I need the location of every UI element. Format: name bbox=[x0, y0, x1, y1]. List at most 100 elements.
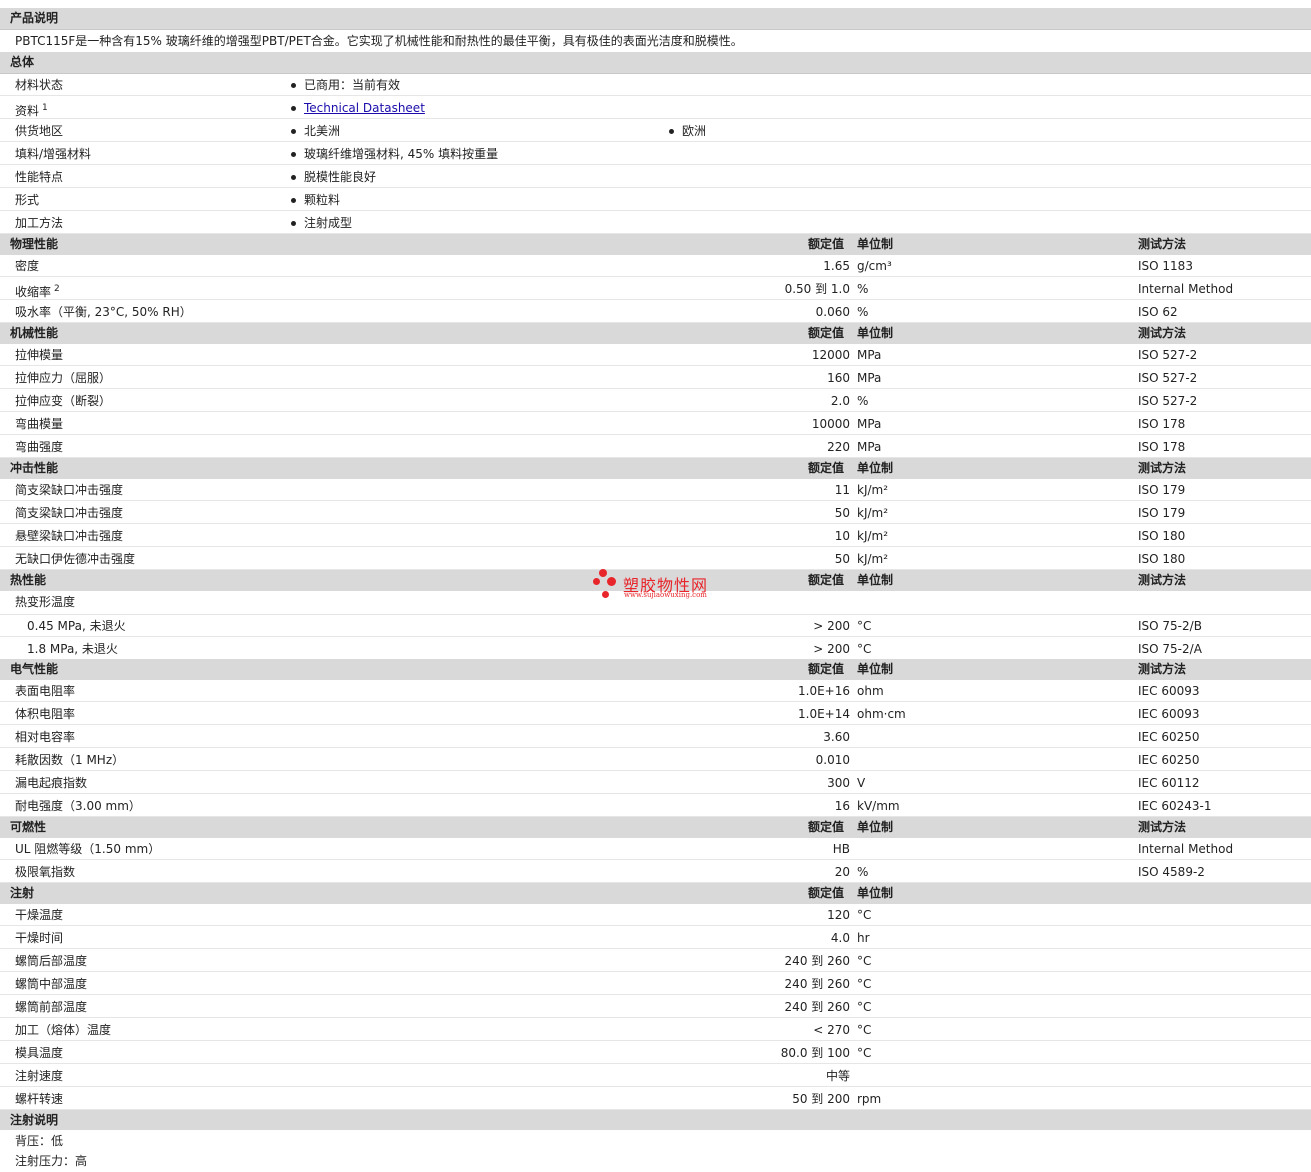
col-method-header: 测试方法 bbox=[1138, 326, 1187, 340]
row-unit: MPa bbox=[857, 371, 882, 385]
table-row: 模具温度 80.0 到 100 °C bbox=[0, 1042, 1311, 1064]
col-value-header: 额定值 bbox=[808, 461, 845, 475]
col-method-header: 测试方法 bbox=[1138, 573, 1187, 587]
row-unit: % bbox=[857, 305, 869, 319]
row-method: ISO 1183 bbox=[1138, 259, 1193, 273]
table-row: 弯曲模量 10000 MPa ISO 178 bbox=[0, 413, 1311, 435]
table-row: 1.8 MPa, 未退火 > 200 °C ISO 75-2/A bbox=[0, 638, 1311, 660]
bullet-icon bbox=[291, 106, 296, 111]
row-method: IEC 60250 bbox=[1138, 753, 1200, 767]
row-label: 1.8 MPa, 未退火 bbox=[27, 642, 118, 656]
table-row: 无缺口伊佐德冲击强度 50 kJ/m² ISO 180 bbox=[0, 548, 1311, 570]
note-text: 背压：低 bbox=[15, 1134, 64, 1148]
row-label: 耐电强度（3.00 mm） bbox=[15, 799, 141, 813]
row-label: 耗散因数（1 MHz） bbox=[15, 753, 125, 767]
table-row: 加工（熔体）温度 < 270 °C bbox=[0, 1019, 1311, 1041]
section-title: 可燃性 bbox=[10, 820, 47, 834]
bullet-item: 已商用：当前有效 bbox=[291, 74, 400, 96]
technical-datasheet-link[interactable]: Technical Datasheet bbox=[304, 101, 425, 115]
section-title: 电气性能 bbox=[10, 662, 59, 676]
col-unit-header: 单位制 bbox=[857, 461, 894, 475]
bullet-item: 颗粒料 bbox=[291, 189, 340, 211]
row-label: 简支梁缺口冲击强度 bbox=[15, 506, 124, 520]
table-row: 弯曲强度 220 MPa ISO 178 bbox=[0, 436, 1311, 458]
row-method: ISO 527-2 bbox=[1138, 394, 1198, 408]
general-row-feature: 性能特点 脱模性能良好 bbox=[0, 166, 1311, 188]
col-unit-header: 单位制 bbox=[857, 886, 894, 900]
section-title: 注射 bbox=[10, 886, 35, 900]
row-unit: g/cm³ bbox=[857, 259, 892, 273]
logo-dot-icon bbox=[602, 591, 609, 598]
general-row-process: 加工方法 注射成型 bbox=[0, 212, 1311, 234]
table-row: 注射速度 中等 bbox=[0, 1065, 1311, 1087]
table-row: 螺筒后部温度 240 到 260 °C bbox=[0, 950, 1311, 972]
row-value: 50 bbox=[834, 506, 850, 520]
row-unit: °C bbox=[857, 1046, 872, 1060]
row-value: 1.65 bbox=[823, 259, 850, 273]
table-row: UL 阻燃等级（1.50 mm） HB Internal Method bbox=[0, 838, 1311, 860]
row-method: ISO 4589-2 bbox=[1138, 865, 1205, 879]
row-value: 240 到 260 bbox=[784, 954, 850, 968]
general-row-status: 材料状态 已商用：当前有效 bbox=[0, 74, 1311, 96]
section-header-mechanical: 机械性能 额定值 单位制 测试方法 bbox=[0, 323, 1311, 345]
bullet-item: 北美洲 bbox=[291, 120, 340, 142]
bullet-icon bbox=[291, 175, 296, 180]
row-unit: rpm bbox=[857, 1092, 882, 1106]
table-row: 漏电起痕指数 300 V IEC 60112 bbox=[0, 772, 1311, 794]
row-value: 50 bbox=[834, 552, 850, 566]
general-row-form: 形式 颗粒料 bbox=[0, 189, 1311, 211]
bullet-icon bbox=[291, 129, 296, 134]
col-value-header: 额定值 bbox=[808, 820, 845, 834]
footnote-ref: 2 bbox=[54, 284, 60, 294]
row-method: ISO 75-2/B bbox=[1138, 619, 1202, 633]
row-unit: MPa bbox=[857, 417, 882, 431]
bullet-icon bbox=[291, 198, 296, 203]
row-label: 资料 1 bbox=[15, 103, 48, 118]
row-label: 螺筒前部温度 bbox=[15, 1000, 88, 1014]
row-value: > 200 bbox=[813, 619, 850, 633]
row-value: 240 到 260 bbox=[784, 977, 850, 991]
row-value: 4.0 bbox=[830, 931, 850, 945]
table-row: 拉伸模量 12000 MPa ISO 527-2 bbox=[0, 344, 1311, 366]
section-title: 机械性能 bbox=[10, 326, 59, 340]
row-method: ISO 179 bbox=[1138, 506, 1186, 520]
row-label: 弯曲模量 bbox=[15, 417, 64, 431]
row-method: ISO 178 bbox=[1138, 440, 1186, 454]
row-label: 形式 bbox=[15, 193, 40, 207]
row-value: 0.50 到 1.0 bbox=[784, 282, 850, 296]
row-label: 注射速度 bbox=[15, 1069, 64, 1083]
col-method-header: 测试方法 bbox=[1138, 662, 1187, 676]
table-row: 螺杆转速 50 到 200 rpm bbox=[0, 1088, 1311, 1110]
row-method: ISO 527-2 bbox=[1138, 371, 1198, 385]
row-unit: ohm bbox=[857, 684, 884, 698]
col-value-header: 额定值 bbox=[808, 573, 845, 587]
row-unit: kV/mm bbox=[857, 799, 900, 813]
row-value: 3.60 bbox=[823, 730, 850, 744]
row-value: 1.0E+14 bbox=[798, 707, 850, 721]
row-value: 50 到 200 bbox=[792, 1092, 850, 1106]
row-label: 相对电容率 bbox=[15, 730, 76, 744]
bullet-item: 脱模性能良好 bbox=[291, 166, 376, 188]
row-unit: °C bbox=[857, 619, 872, 633]
row-value: HB bbox=[832, 842, 850, 856]
row-label: 极限氧指数 bbox=[15, 865, 76, 879]
row-label: 弯曲强度 bbox=[15, 440, 64, 454]
section-header-electrical: 电气性能 额定值 单位制 测试方法 bbox=[0, 659, 1311, 681]
row-unit: MPa bbox=[857, 348, 882, 362]
description-text: PBTC115F是一种含有15% 玻璃纤维的增强型PBT/PET合金。它实现了机… bbox=[15, 34, 743, 48]
row-label: 无缺口伊佐德冲击强度 bbox=[15, 552, 136, 566]
row-label: 拉伸应力（屈服） bbox=[15, 371, 112, 385]
row-method: ISO 179 bbox=[1138, 483, 1186, 497]
general-row-filler: 填料/增强材料 玻璃纤维增强材料, 45% 填料按重量 bbox=[0, 143, 1311, 165]
row-unit: ohm·cm bbox=[857, 707, 906, 721]
note-line: 注射压力：高 bbox=[0, 1150, 1311, 1172]
row-unit: °C bbox=[857, 642, 872, 656]
row-value: 240 到 260 bbox=[784, 1000, 850, 1014]
row-label: 悬壁梁缺口冲击强度 bbox=[15, 529, 124, 543]
section-header-injection-notes: 注射说明 bbox=[0, 1110, 1311, 1132]
row-label: 0.45 MPa, 未退火 bbox=[27, 619, 126, 633]
col-value-header: 额定值 bbox=[808, 326, 845, 340]
section-header-description: 产品说明 bbox=[0, 8, 1311, 30]
general-row-region: 供货地区 北美洲 欧洲 bbox=[0, 120, 1311, 142]
row-label: 简支梁缺口冲击强度 bbox=[15, 483, 124, 497]
